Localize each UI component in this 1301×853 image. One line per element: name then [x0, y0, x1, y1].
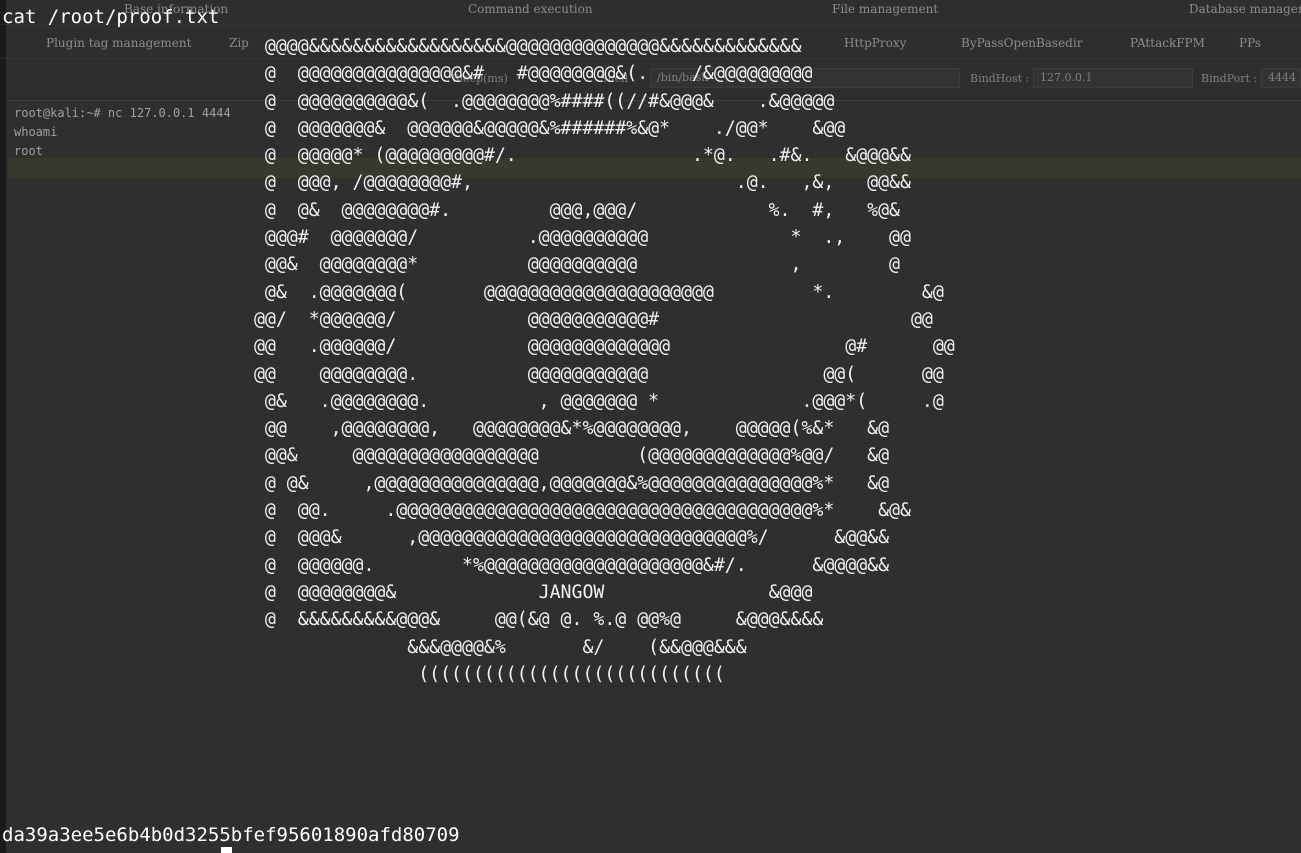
bindport-input[interactable]: 4444 — [1261, 68, 1301, 88]
proof-hash-output: da39a3ee5e6b4b0d3255bfef95601890afd80709 — [2, 824, 460, 846]
bindhost-input[interactable]: 127.0.0.1 — [1033, 68, 1193, 88]
screen: Base information Command execution File … — [0, 0, 1301, 853]
console-line: root — [14, 144, 43, 158]
terminal-cursor — [221, 847, 232, 853]
tab-file-management[interactable]: File management — [832, 2, 938, 16]
console-line: root@kali:~# nc 127.0.0.1 4444 — [14, 106, 231, 120]
tab-pattackfpm[interactable]: PAttackFPM — [1130, 36, 1205, 50]
console-line: whoami — [14, 125, 58, 139]
window-left-edge — [0, 0, 6, 853]
bindhost-label: BindHost : — [970, 72, 1030, 85]
tab-database-management[interactable]: Database management — [1189, 2, 1301, 16]
tab-plugin-tag-management[interactable]: Plugin tag management — [46, 36, 191, 50]
tab-pps[interactable]: PPs — [1239, 36, 1261, 50]
bindport-label: BindPort : — [1201, 72, 1258, 85]
terminal-command: cat /root/proof.txt — [2, 6, 220, 28]
tab-bypassopenbasedir[interactable]: ByPassOpenBasedir — [961, 36, 1082, 50]
console-output-lines: root@kali:~# nc 127.0.0.1 4444 whoami root — [14, 104, 231, 161]
tab-command-execution[interactable]: Command execution — [468, 2, 593, 16]
jangow-ascii-art-banner: @@@@&&&&&&&&&&&&&&&&&&@@@@@@@@@@@@@@&&&&… — [253, 36, 955, 685]
